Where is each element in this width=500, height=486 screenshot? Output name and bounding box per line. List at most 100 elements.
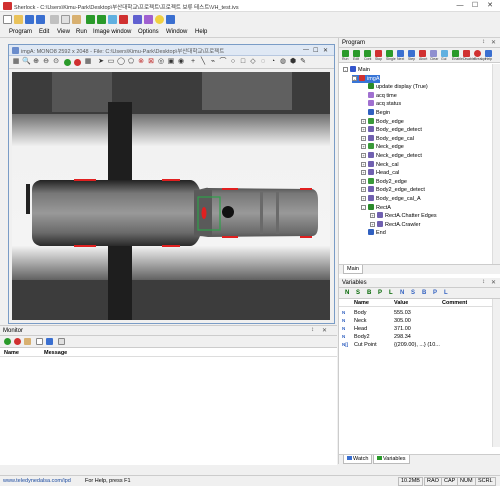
circle-roi-icon[interactable]: ◎: [157, 58, 165, 66]
collapse-icon[interactable]: -: [361, 204, 366, 210]
tree-item[interactable]: + RectA.Chatter Edges: [370, 212, 437, 220]
expand-icon[interactable]: +: [361, 161, 366, 167]
menu-view[interactable]: View: [57, 29, 70, 35]
minimize-button[interactable]: —: [452, 1, 468, 11]
menu-help[interactable]: Help: [195, 29, 207, 35]
var-tool-line-array[interactable]: L: [444, 290, 448, 296]
var-tool-string-array[interactable]: S: [411, 290, 415, 296]
monitor-new-icon[interactable]: [36, 338, 43, 345]
annulus-icon[interactable]: ◍: [279, 58, 287, 66]
new-file-icon[interactable]: [3, 15, 12, 24]
run-continuous-icon[interactable]: [97, 15, 106, 24]
settings-icon[interactable]: [144, 15, 153, 24]
rect2-roi-icon[interactable]: ▣: [167, 58, 175, 66]
monitor-pin-icon[interactable]: ↕: [311, 327, 314, 333]
tree-item[interactable]: Begin: [361, 109, 390, 117]
tree-item[interactable]: + Body2_edge_detect: [361, 186, 425, 194]
zoom-reset-icon[interactable]: ⊙: [52, 58, 60, 66]
col-comment[interactable]: Comment: [442, 300, 467, 306]
expand-icon[interactable]: +: [361, 196, 366, 201]
rect-icon[interactable]: □: [239, 58, 247, 66]
camera-icon[interactable]: [133, 15, 142, 24]
maximize-button[interactable]: ☐: [467, 1, 483, 11]
var-tool-bool[interactable]: B: [367, 290, 371, 296]
prog-cont-icon[interactable]: [364, 50, 371, 57]
expand-icon[interactable]: +: [361, 178, 366, 184]
save-all-icon[interactable]: [36, 15, 45, 24]
var-tool-point-array[interactable]: P: [433, 290, 437, 296]
pointer-icon[interactable]: ➤: [97, 58, 105, 66]
table-row[interactable]: N Body 555.03: [339, 309, 492, 317]
table-row[interactable]: N Head 371.00: [339, 325, 492, 333]
open-folder-icon[interactable]: [14, 15, 23, 24]
copy-icon[interactable]: [61, 15, 70, 24]
circle-icon[interactable]: ○: [229, 58, 237, 66]
tree-item[interactable]: - imgA: [352, 74, 380, 83]
expand-icon[interactable]: +: [361, 170, 366, 176]
image-window-titlebar[interactable]: imgA: MONO8 2592 x 2048 - File: C:\Users…: [9, 45, 334, 56]
image-close-button[interactable]: ✕: [323, 47, 328, 54]
status-link[interactable]: www.teledynedalsa.com/ipd: [3, 478, 71, 484]
var-tool-point[interactable]: P: [378, 290, 382, 296]
menu-run[interactable]: Run: [76, 29, 87, 35]
delete-roi-icon[interactable]: ⊠: [147, 58, 155, 66]
prog-abort-icon[interactable]: [419, 50, 426, 57]
tree-item[interactable]: + Neck_edge: [361, 143, 404, 151]
grid-icon[interactable]: ▦: [84, 58, 92, 66]
monitor-col-message[interactable]: Message: [44, 350, 67, 356]
image-minimize-button[interactable]: —: [303, 47, 309, 53]
zoom-fit-icon[interactable]: ▦: [12, 58, 20, 66]
tree-item[interactable]: + Body2_edge: [361, 177, 407, 186]
polygon-roi-icon[interactable]: ⬠: [127, 58, 135, 66]
prog-clear-icon[interactable]: [430, 50, 437, 57]
annulus-roi-icon[interactable]: ◉: [177, 58, 185, 66]
save-icon[interactable]: [25, 15, 34, 24]
camera-image[interactable]: [12, 72, 330, 320]
col-value[interactable]: Value: [394, 300, 408, 306]
prog-enable-icon[interactable]: [452, 50, 459, 57]
monitor-save-icon[interactable]: [46, 338, 53, 345]
prog-edit-icon[interactable]: [353, 50, 360, 57]
tab-variables[interactable]: Variables: [373, 455, 410, 464]
var-tool-string[interactable]: S: [356, 290, 360, 296]
paste-icon[interactable]: [72, 15, 81, 24]
variables-close-icon[interactable]: ✕: [491, 279, 496, 286]
sector-icon[interactable]: ◔: [269, 58, 277, 66]
step-icon[interactable]: [108, 15, 117, 24]
point-icon[interactable]: +: [189, 58, 197, 66]
tab-main[interactable]: Main: [343, 265, 363, 274]
table-row[interactable]: N Neck 305.00: [339, 317, 492, 325]
image-maximize-button[interactable]: ☐: [313, 47, 318, 54]
expand-icon[interactable]: +: [361, 118, 366, 124]
table-row[interactable]: N Body2 298.34: [339, 333, 492, 341]
ellipse-roi-icon[interactable]: ◯: [117, 58, 125, 66]
menu-program[interactable]: Program: [9, 29, 32, 35]
prog-next-icon[interactable]: [397, 50, 404, 57]
expand-icon[interactable]: +: [361, 144, 366, 150]
tree-item[interactable]: + Head_cal: [361, 169, 399, 177]
lightbulb-icon[interactable]: [155, 15, 164, 24]
tree-item[interactable]: - Main: [343, 66, 370, 74]
menu-window[interactable]: Window: [166, 29, 187, 35]
monitor-start-icon[interactable]: [4, 338, 11, 345]
tree-item[interactable]: + Neck_cal: [361, 160, 399, 169]
tree-item[interactable]: + Neck_edge_detect: [361, 152, 422, 160]
tree-item[interactable]: update display (True): [361, 83, 428, 91]
crosshair-icon[interactable]: ⊗: [137, 58, 145, 66]
collapse-icon[interactable]: -: [343, 67, 348, 72]
prog-single-icon[interactable]: [386, 50, 393, 57]
menu-image-window[interactable]: Image window: [93, 29, 131, 35]
expand-icon[interactable]: +: [361, 127, 366, 133]
tree-item[interactable]: - RectA: [361, 203, 391, 212]
tree-item[interactable]: + Body_edge_detect: [361, 126, 422, 134]
stop-icon[interactable]: [119, 15, 128, 24]
var-tool-line[interactable]: L: [389, 290, 393, 296]
arc-icon[interactable]: ⌒: [219, 58, 227, 66]
program-pin-icon[interactable]: ↕: [482, 39, 485, 45]
prog-gui-icon[interactable]: [441, 50, 448, 57]
collapse-icon[interactable]: -: [352, 75, 357, 81]
tree-item[interactable]: + Body_edge_cal: [361, 134, 414, 143]
close-button[interactable]: ✕: [482, 1, 498, 11]
polyline-icon[interactable]: ⌁: [209, 58, 217, 66]
blob-icon[interactable]: ⬢: [289, 58, 297, 66]
